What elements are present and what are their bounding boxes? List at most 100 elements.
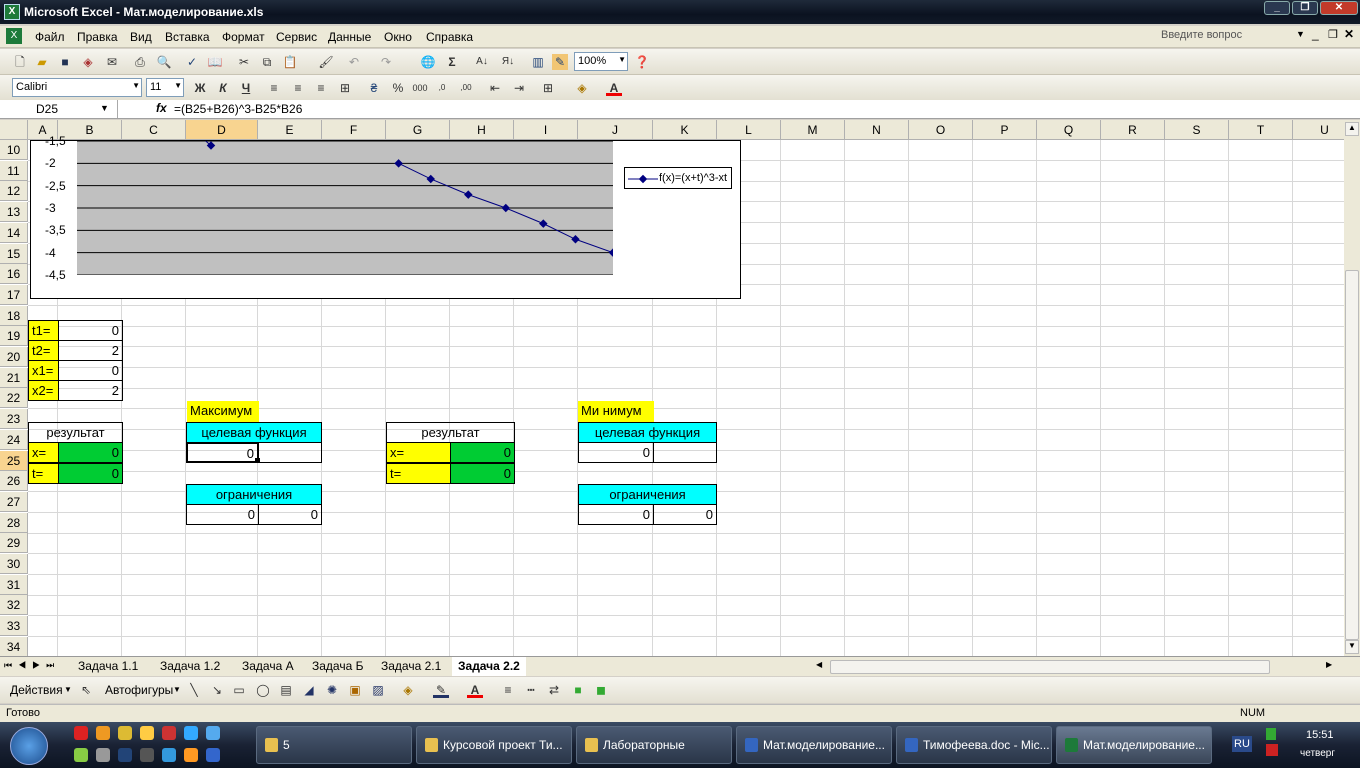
app-icon-11[interactable] [206, 748, 220, 762]
minimize-button[interactable]: _ [1264, 1, 1290, 15]
comma-style-icon[interactable]: 000 [412, 80, 428, 96]
app-icon-2[interactable] [140, 726, 154, 740]
row-header-10[interactable]: 10 [0, 140, 28, 160]
line-style-icon[interactable]: ≡ [500, 682, 516, 698]
app-icon-3[interactable] [162, 726, 176, 740]
row-header-29[interactable]: 29 [0, 533, 28, 554]
row-header-23[interactable]: 23 [0, 409, 28, 430]
print-preview-icon[interactable]: 🔍 [156, 54, 172, 70]
app-icon-1[interactable] [118, 726, 132, 740]
bold-icon[interactable]: Ж [192, 80, 208, 96]
cell-B19[interactable]: 0 [58, 320, 123, 341]
cell-D25[interactable]: 0 [186, 442, 259, 463]
tray-icon[interactable] [1266, 728, 1276, 740]
align-center-icon[interactable]: ≡ [290, 80, 306, 96]
column-header-S[interactable]: S [1165, 120, 1229, 140]
zoom-select[interactable]: 100% ▼ [574, 52, 628, 71]
column-header-O[interactable]: O [909, 120, 973, 140]
print-icon[interactable]: ⎙ [132, 54, 148, 70]
help-search-input[interactable]: Введите вопрос [1158, 28, 1306, 45]
cell-A20[interactable]: t2= [28, 340, 59, 361]
scroll-left-icon[interactable]: ◀ [816, 660, 822, 669]
scroll-up-icon[interactable]: ▲ [1345, 122, 1359, 136]
column-header-I[interactable]: I [514, 120, 578, 140]
column-header-U[interactable]: U [1293, 120, 1344, 140]
undo-icon[interactable]: ↶ [346, 54, 362, 70]
maximize-button[interactable]: ❐ [1292, 1, 1318, 15]
email-icon[interactable]: ✉ [104, 54, 120, 70]
close-button[interactable]: ✕ [1320, 1, 1358, 15]
cell-J25[interactable]: 0 [578, 442, 654, 463]
cell-D23[interactable]: Максимум [187, 401, 259, 422]
menu-window[interactable]: Окно [384, 30, 412, 44]
row-header-34[interactable]: 34 [0, 636, 28, 656]
clipart-icon[interactable]: ▣ [347, 682, 363, 698]
app-icon-10[interactable] [184, 748, 198, 762]
data-point[interactable] [426, 174, 436, 184]
row-header-14[interactable]: 14 [0, 222, 28, 243]
data-point[interactable] [539, 219, 548, 228]
arrow-icon[interactable]: ↘ [209, 682, 225, 698]
cell-D24[interactable]: целевая функция [186, 422, 322, 443]
row-header-30[interactable]: 30 [0, 554, 28, 574]
row-header-31[interactable]: 31 [0, 574, 28, 595]
scroll-right-icon[interactable]: ▶ [1326, 660, 1332, 669]
column-header-J[interactable]: J [578, 120, 653, 140]
row-header-16[interactable]: 16 [0, 264, 28, 285]
autoshapes-menu[interactable]: Автофигуры [105, 683, 173, 697]
tab-zadacha-1-2[interactable]: Задача 1.2 [154, 657, 226, 676]
doc-minimize-icon[interactable]: _ [1312, 27, 1319, 41]
cell-B22[interactable]: 2 [58, 380, 123, 401]
data-point[interactable] [501, 203, 511, 213]
dash-style-icon[interactable]: ┅ [523, 682, 539, 698]
app-icon-5[interactable] [74, 748, 88, 762]
column-header-L[interactable]: L [717, 120, 781, 140]
workbook-icon[interactable]: X [6, 28, 22, 44]
autosum-icon[interactable]: Σ [444, 54, 460, 70]
menu-tools[interactable]: Сервис [276, 30, 317, 44]
cell-J28[interactable]: 0 [578, 504, 654, 525]
vertical-scrollbar[interactable]: ▲ ▼ [1344, 120, 1360, 656]
open-icon[interactable]: ▰ [34, 54, 50, 70]
menu-data[interactable]: Данные [328, 30, 371, 44]
scroll-down-icon[interactable]: ▼ [1345, 640, 1359, 654]
cell-A25[interactable]: x= [28, 442, 59, 463]
italic-icon[interactable]: К [215, 80, 231, 96]
cell-B20[interactable]: 2 [58, 340, 123, 361]
column-header-M[interactable]: M [781, 120, 845, 140]
chart-plot-area[interactable] [77, 140, 618, 276]
line-color-icon[interactable]: ✎ [433, 682, 449, 698]
decrease-indent-icon[interactable]: ⇤ [487, 80, 503, 96]
column-header-T[interactable]: T [1229, 120, 1293, 140]
column-header-B[interactable]: B [58, 120, 122, 140]
decrease-decimal-icon[interactable]: ,00 [458, 80, 474, 96]
row-header-21[interactable]: 21 [0, 367, 28, 388]
row-header-19[interactable]: 19 [0, 326, 28, 347]
cell-K28[interactable]: 0 [653, 504, 717, 525]
menu-format[interactable]: Формат [222, 30, 265, 44]
column-header-F[interactable]: F [322, 120, 386, 140]
cell-A26[interactable]: t= [28, 463, 59, 484]
shadow-icon[interactable]: ■ [570, 682, 586, 698]
insert-function-icon[interactable]: fx [156, 101, 167, 115]
excel-icon[interactable]: X [4, 4, 20, 20]
new-icon[interactable]: 🗋 [12, 54, 28, 70]
doc-close-icon[interactable]: ✕ [1344, 27, 1354, 41]
cell-K25[interactable] [653, 442, 717, 463]
column-header-Q[interactable]: Q [1037, 120, 1101, 140]
spelling-icon[interactable]: ✓ [184, 54, 200, 70]
row-header-22[interactable]: 22 [0, 388, 28, 409]
menu-view[interactable]: Вид [130, 30, 152, 44]
cell-J27[interactable]: ограничения [578, 484, 717, 505]
diagram-icon[interactable]: ✺ [324, 682, 340, 698]
app-icon-4[interactable] [206, 726, 220, 740]
copy-icon[interactable]: ⧉ [259, 54, 275, 70]
cell-J23[interactable]: Ми нимум [578, 401, 654, 422]
textbox-icon[interactable]: ▤ [278, 682, 294, 698]
cell-G25[interactable]: x= [386, 442, 451, 463]
cell-E25[interactable] [258, 442, 322, 463]
menu-insert[interactable]: Вставка [165, 30, 210, 44]
column-header-G[interactable]: G [386, 120, 450, 140]
tab-zadacha-b[interactable]: Задача Б [306, 657, 369, 676]
column-header-N[interactable]: N [845, 120, 909, 140]
